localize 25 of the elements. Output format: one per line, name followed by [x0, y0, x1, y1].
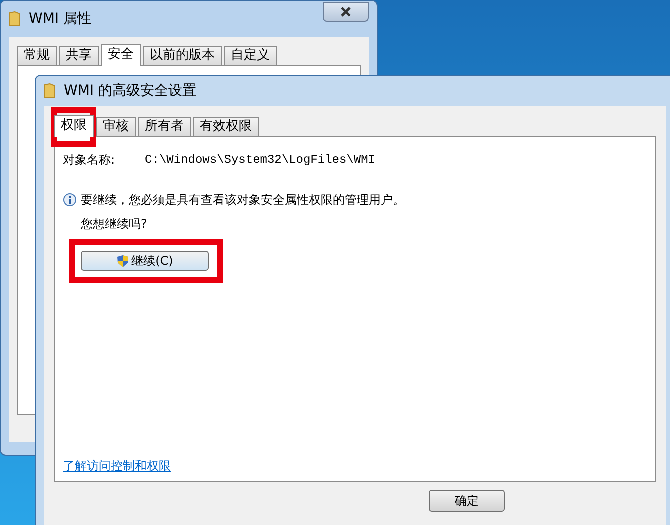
- tab[interactable]: 权限: [54, 115, 94, 137]
- object-path: C:\Windows\System32\LogFiles\WMI: [145, 152, 376, 169]
- tab[interactable]: 安全: [101, 44, 141, 66]
- shield-icon: [116, 254, 129, 268]
- tab[interactable]: 共享: [59, 46, 99, 65]
- close-button[interactable]: [323, 2, 369, 22]
- tab[interactable]: 所有者: [138, 117, 191, 136]
- ok-button[interactable]: 确定: [429, 490, 505, 512]
- info-icon: [63, 193, 77, 207]
- info-text: 要继续，您必须是具有查看该对象安全属性权限的管理用户。: [81, 192, 405, 209]
- folder-icon: [9, 11, 21, 27]
- tab[interactable]: 自定义: [224, 46, 277, 65]
- window-title: WMI 的高级安全设置: [64, 82, 197, 100]
- question-text: 您想继续吗?: [81, 216, 148, 233]
- tab[interactable]: 以前的版本: [143, 46, 222, 65]
- window-title: WMI 属性: [29, 10, 92, 28]
- close-icon: [341, 7, 351, 17]
- help-link[interactable]: 了解访问控制和权限: [63, 457, 655, 475]
- tab[interactable]: 审核: [96, 117, 136, 136]
- tab[interactable]: 常规: [17, 46, 57, 65]
- continue-button[interactable]: 继续(C): [81, 251, 209, 271]
- tab[interactable]: 有效权限: [193, 117, 259, 136]
- object-name-label: 对象名称:: [63, 152, 116, 169]
- annotation-frame: [51, 107, 96, 147]
- folder-icon: [44, 83, 56, 99]
